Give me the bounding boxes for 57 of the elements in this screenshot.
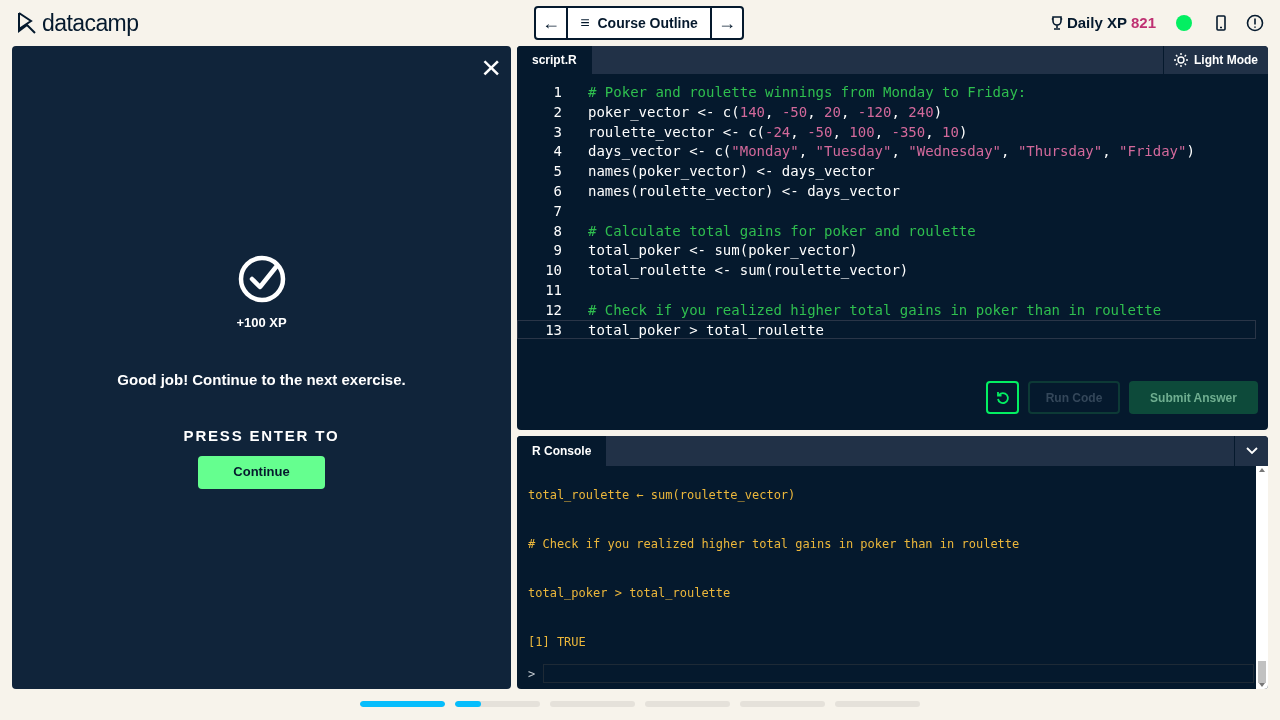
line-number: 9 bbox=[552, 241, 562, 260]
code-line: days_vector <- c("Monday", "Tuesday", "Wednesday", "Thursday", "Friday") bbox=[588, 142, 1195, 161]
menu-icon: ≡ bbox=[580, 11, 590, 35]
line-number: 7 bbox=[552, 201, 562, 220]
daily-xp-label: Daily XP bbox=[1066, 12, 1127, 33]
logo-icon bbox=[16, 11, 38, 35]
line-number: 4 bbox=[552, 142, 562, 161]
mobile-icon[interactable] bbox=[1216, 15, 1226, 31]
console-output-line: total_roulette ← sum(roulette_vector) bbox=[528, 487, 797, 504]
xp-count: 821 bbox=[1130, 12, 1156, 33]
reset-button[interactable] bbox=[986, 381, 1019, 414]
console-output-line: # Check if you realized higher total gains in poker than in roulette bbox=[528, 536, 1021, 553]
code-line: # Check if you realized higher total gains in poker than in roulette bbox=[588, 300, 1162, 319]
console-output-line: total_poker > total_roulette bbox=[528, 585, 732, 602]
line-number: 5 bbox=[552, 162, 562, 180]
chevron-down-icon bbox=[1245, 447, 1258, 455]
press-enter-prompt: PRESS ENTER TO bbox=[183, 426, 340, 446]
line-number: 13 bbox=[544, 320, 562, 339]
script-tab[interactable]: script.R bbox=[517, 46, 592, 74]
line-number: 8 bbox=[552, 221, 562, 240]
previous-button[interactable]: ← bbox=[536, 8, 568, 38]
code-line: total_poker <- sum(poker_vector) bbox=[588, 241, 858, 260]
sun-icon bbox=[1174, 53, 1188, 67]
continue-button[interactable]: Continue bbox=[198, 455, 325, 489]
code-line: names(poker_vector) <- days_vector bbox=[588, 162, 875, 180]
success-message: Good job! Continue to the next exercise. bbox=[117, 369, 406, 390]
xp-earned: +100 XP bbox=[236, 314, 287, 332]
line-number: 12 bbox=[544, 300, 562, 319]
code-line: poker_vector <- c(140, -50, 20, -120, 240) bbox=[588, 102, 943, 121]
line-number: 10 bbox=[544, 261, 562, 279]
console-input[interactable] bbox=[543, 664, 1254, 683]
code-line: # Poker and roulette winnings from Monday to Friday: bbox=[588, 83, 1027, 101]
check-circle-icon bbox=[237, 255, 286, 303]
prompt-symbol: > bbox=[528, 665, 536, 683]
trophy-icon bbox=[1050, 16, 1063, 30]
line-number: 1 bbox=[552, 83, 562, 101]
logo-text[interactable]: datacamp bbox=[42, 5, 139, 41]
code-line: total_poker > total_roulette bbox=[588, 320, 824, 339]
code-line: # Calculate total gains for poker and roulette bbox=[588, 221, 976, 240]
code-line: names(roulette_vector) <- days_vector bbox=[588, 182, 900, 200]
console-tab[interactable]: R Console bbox=[517, 436, 607, 466]
light-mode-button[interactable]: Light Mode bbox=[1163, 46, 1268, 74]
console-output-line: [1] TRUE bbox=[528, 634, 587, 651]
close-button[interactable]: × bbox=[481, 50, 501, 84]
next-button[interactable]: → bbox=[712, 8, 742, 38]
scroll-up-icon[interactable] bbox=[1259, 468, 1265, 472]
code-line: roulette_vector <- c(-24, -50, 100, -350, 10) bbox=[588, 122, 968, 141]
line-number: 3 bbox=[552, 122, 562, 141]
line-number: 6 bbox=[552, 182, 562, 200]
code-line: total_roulette <- sum(roulette_vector) bbox=[588, 261, 909, 279]
line-number: 11 bbox=[544, 280, 562, 299]
course-outline-button[interactable]: ≡ Course Outline bbox=[568, 8, 712, 38]
scrollbar-thumb[interactable] bbox=[1258, 661, 1266, 683]
alert-icon[interactable] bbox=[1246, 14, 1264, 32]
line-number: 2 bbox=[552, 102, 562, 121]
scrollbar-track[interactable] bbox=[1256, 466, 1268, 689]
reset-icon bbox=[994, 389, 1011, 406]
